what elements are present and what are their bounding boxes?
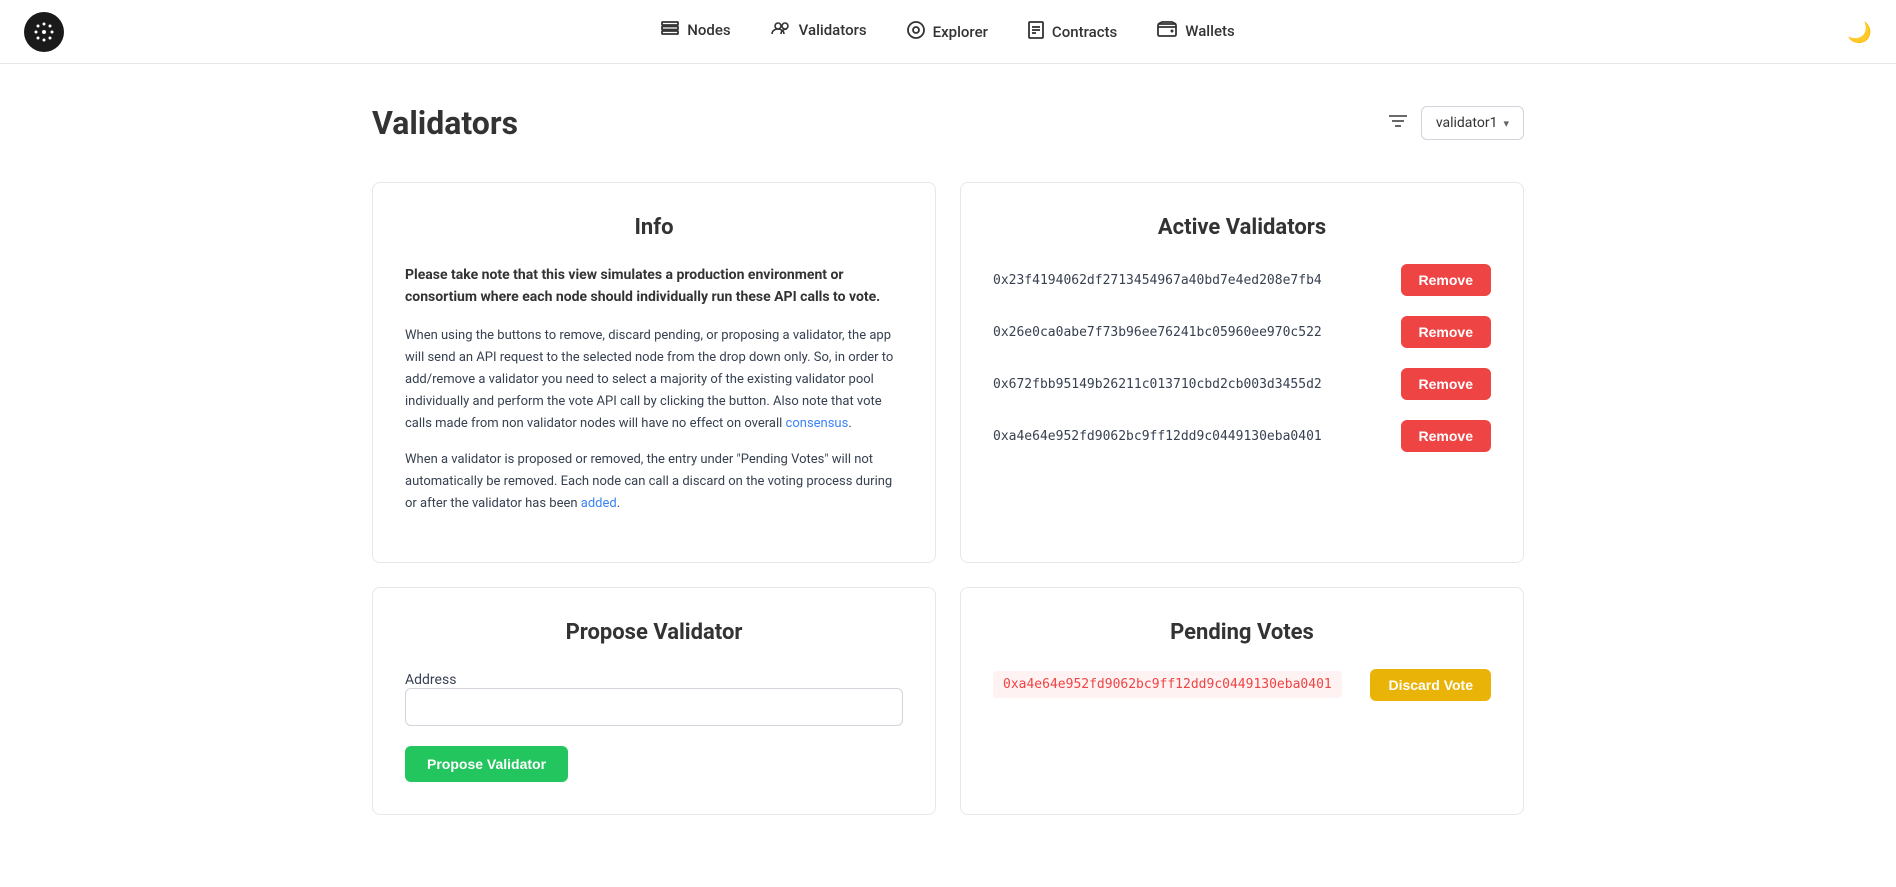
pending-votes-title: Pending Votes — [993, 620, 1491, 645]
pending-vote-row: 0xa4e64e952fd9062bc9ff12dd9c0449130eba04… — [993, 669, 1491, 701]
moon-icon: 🌙 — [1847, 20, 1872, 44]
address-input[interactable] — [405, 688, 903, 726]
nav-label-nodes: Nodes — [687, 21, 730, 39]
validator-row: 0x23f4194062df2713454967a40bd7e4ed208e7f… — [993, 264, 1491, 296]
wallets-icon — [1157, 21, 1177, 41]
validator-dropdown-value: validator1 — [1436, 115, 1498, 131]
remove-button-4[interactable]: Remove — [1401, 420, 1491, 452]
info-bold-text: Please take note that this view simulate… — [405, 264, 903, 309]
validator-row: 0x26e0ca0abe7f73b96ee76241bc05960ee970c5… — [993, 316, 1491, 348]
cards-grid: Info Please take note that this view sim… — [372, 182, 1524, 815]
info-paragraph-2: When a validator is proposed or removed,… — [405, 449, 903, 515]
discard-vote-button-1[interactable]: Discard Vote — [1370, 669, 1491, 701]
propose-validator-title: Propose Validator — [405, 620, 903, 645]
filter-icon[interactable] — [1387, 111, 1409, 135]
info-card-title: Info — [405, 215, 903, 240]
validator-address-2: 0x26e0ca0abe7f73b96ee76241bc05960ee970c5… — [993, 325, 1322, 340]
nav-item-explorer[interactable]: Explorer — [907, 21, 988, 43]
pending-address-1: 0xa4e64e952fd9062bc9ff12dd9c0449130eba04… — [993, 671, 1342, 698]
navbar: Nodes Validators — [0, 0, 1896, 64]
validator-address-4: 0xa4e64e952fd9062bc9ff12dd9c0449130eba04… — [993, 429, 1322, 444]
nav-label-explorer: Explorer — [933, 23, 988, 41]
nav-item-validators[interactable]: Validators — [771, 21, 867, 43]
validator-dropdown[interactable]: validator1 ▾ — [1421, 106, 1524, 140]
active-validators-card: Active Validators 0x23f4194062df27134549… — [960, 182, 1524, 563]
added-link[interactable]: added — [581, 496, 617, 511]
pending-votes-card: Pending Votes 0xa4e64e952fd9062bc9ff12dd… — [960, 587, 1524, 815]
page-title: Validators — [372, 104, 518, 142]
validators-icon — [771, 21, 791, 39]
info-paragraph-1: When using the buttons to remove, discar… — [405, 325, 903, 435]
address-label: Address — [405, 672, 456, 688]
nav-label-contracts: Contracts — [1052, 23, 1117, 41]
nav-item-wallets[interactable]: Wallets — [1157, 21, 1234, 43]
validator-row: 0xa4e64e952fd9062bc9ff12dd9c0449130eba04… — [993, 420, 1491, 452]
propose-validator-card: Propose Validator Address Propose Valida… — [372, 587, 936, 815]
chevron-down-icon: ▾ — [1503, 117, 1509, 130]
contracts-icon — [1028, 21, 1044, 43]
info-card: Info Please take note that this view sim… — [372, 182, 936, 563]
remove-button-1[interactable]: Remove — [1401, 264, 1491, 296]
validator-row: 0x672fbb95149b26211c013710cbd2cb003d3455… — [993, 368, 1491, 400]
nav-label-wallets: Wallets — [1185, 22, 1234, 40]
active-validators-title: Active Validators — [993, 215, 1491, 240]
app-logo[interactable] — [24, 12, 64, 52]
remove-button-3[interactable]: Remove — [1401, 368, 1491, 400]
theme-toggle[interactable]: 🌙 — [1847, 20, 1872, 44]
validator-address-1: 0x23f4194062df2713454967a40bd7e4ed208e7f… — [993, 273, 1322, 288]
nav-label-validators: Validators — [799, 21, 867, 39]
page-header: Validators validator1 ▾ — [372, 104, 1524, 142]
main-content: Validators validator1 ▾ Info Please take… — [348, 64, 1548, 855]
remove-button-2[interactable]: Remove — [1401, 316, 1491, 348]
propose-validator-button[interactable]: Propose Validator — [405, 746, 568, 782]
nav-list: Nodes Validators — [661, 21, 1234, 43]
nav-item-nodes[interactable]: Nodes — [661, 21, 730, 43]
nodes-icon — [661, 21, 679, 39]
explorer-icon — [907, 21, 925, 43]
consensus-link[interactable]: consensus — [786, 416, 849, 431]
page-header-controls: validator1 ▾ — [1387, 106, 1524, 140]
validator-address-3: 0x672fbb95149b26211c013710cbd2cb003d3455… — [993, 377, 1322, 392]
nav-item-contracts[interactable]: Contracts — [1028, 21, 1117, 43]
